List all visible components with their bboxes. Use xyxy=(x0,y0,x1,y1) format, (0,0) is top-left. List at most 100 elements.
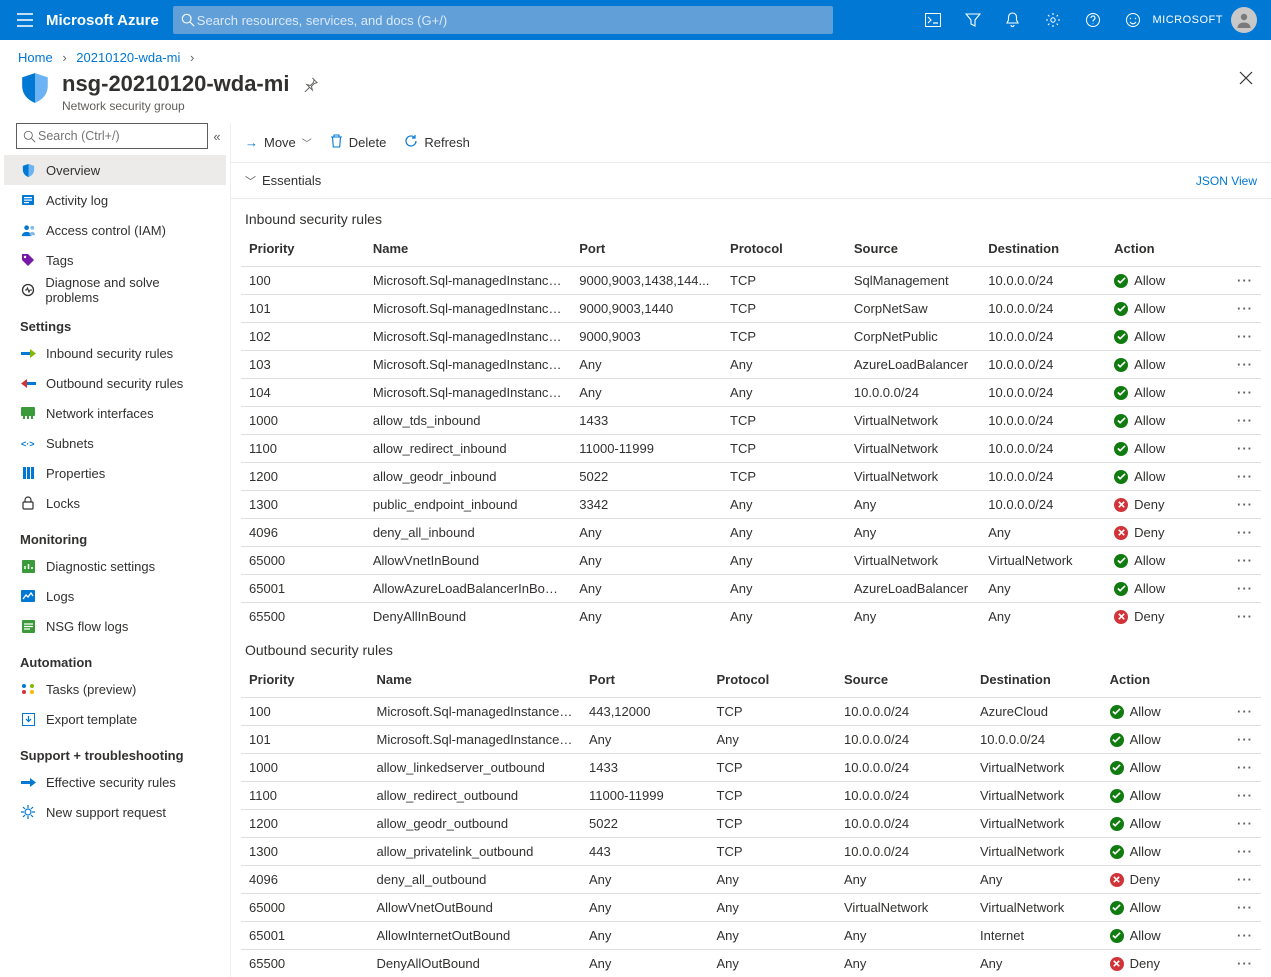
row-menu-button[interactable]: ··· xyxy=(1220,323,1261,351)
sidebar-item[interactable]: Outbound security rules xyxy=(4,368,226,398)
row-menu-button[interactable]: ··· xyxy=(1220,351,1261,379)
sidebar-item[interactable]: Export template xyxy=(4,704,226,734)
pin-button[interactable] xyxy=(303,77,318,95)
table-row[interactable]: 1200allow_geodr_inbound5022TCPVirtualNet… xyxy=(241,463,1261,491)
row-menu-button[interactable]: ··· xyxy=(1220,575,1261,603)
sidebar-item[interactable]: Locks xyxy=(4,488,226,518)
table-row[interactable]: 103Microsoft.Sql-managedInstances_U...An… xyxy=(241,351,1261,379)
collapse-sidebar-button[interactable]: « xyxy=(208,129,226,144)
row-menu-button[interactable]: ··· xyxy=(1219,894,1262,922)
help-button[interactable] xyxy=(1073,0,1113,40)
sidebar-item[interactable]: Properties xyxy=(4,458,226,488)
close-button[interactable] xyxy=(1239,71,1253,88)
sidebar-item[interactable]: Inbound security rules xyxy=(4,338,226,368)
table-row[interactable]: 65500DenyAllInBoundAnyAnyAnyAnyDeny··· xyxy=(241,603,1261,631)
sidebar-item[interactable]: <·>Subnets xyxy=(4,428,226,458)
account-menu[interactable]: MICROSOFT xyxy=(1153,7,1262,33)
table-row[interactable]: 100Microsoft.Sql-managedInstances_U...90… xyxy=(241,267,1261,295)
row-menu-button[interactable]: ··· xyxy=(1220,603,1261,631)
table-row[interactable]: 101Microsoft.Sql-managedInstances_U...90… xyxy=(241,295,1261,323)
sidebar-item[interactable]: Diagnostic settings xyxy=(4,551,226,581)
table-row[interactable]: 1100allow_redirect_inbound11000-11999TCP… xyxy=(241,435,1261,463)
sidebar-item[interactable]: Overview xyxy=(4,155,226,185)
table-row[interactable]: 104Microsoft.Sql-managedInstances_U...An… xyxy=(241,379,1261,407)
table-row[interactable]: 65000AllowVnetInBoundAnyAnyVirtualNetwor… xyxy=(241,547,1261,575)
row-menu-button[interactable]: ··· xyxy=(1219,754,1262,782)
col-source[interactable]: Source xyxy=(846,235,980,267)
sidebar-item[interactable]: Network interfaces xyxy=(4,398,226,428)
row-menu-button[interactable]: ··· xyxy=(1220,435,1261,463)
hamburger-menu[interactable] xyxy=(10,5,40,35)
col-priority[interactable]: Priority xyxy=(241,235,365,267)
col-protocol[interactable]: Protocol xyxy=(722,235,846,267)
notifications-button[interactable] xyxy=(993,0,1033,40)
table-row[interactable]: 65001AllowAzureLoadBalancerInBoundAnyAny… xyxy=(241,575,1261,603)
sidebar-item[interactable]: Logs xyxy=(4,581,226,611)
col-port[interactable]: Port xyxy=(581,666,709,698)
col-priority[interactable]: Priority xyxy=(241,666,369,698)
delete-button[interactable]: Delete xyxy=(330,134,387,151)
table-row[interactable]: 102Microsoft.Sql-managedInstances_U...90… xyxy=(241,323,1261,351)
sidebar-search[interactable] xyxy=(16,123,208,149)
col-action[interactable]: Action xyxy=(1106,235,1220,267)
row-menu-button[interactable]: ··· xyxy=(1220,463,1261,491)
col-protocol[interactable]: Protocol xyxy=(709,666,837,698)
row-menu-button[interactable]: ··· xyxy=(1219,698,1262,726)
sidebar-item[interactable]: NSG flow logs xyxy=(4,611,226,641)
table-row[interactable]: 101Microsoft.Sql-managedInstances_U...An… xyxy=(241,726,1261,754)
table-row[interactable]: 100Microsoft.Sql-managedInstances_U...44… xyxy=(241,698,1261,726)
row-menu-button[interactable]: ··· xyxy=(1219,726,1262,754)
json-view-link[interactable]: JSON View xyxy=(1196,174,1257,188)
row-menu-button[interactable]: ··· xyxy=(1219,810,1262,838)
row-menu-button[interactable]: ··· xyxy=(1219,838,1262,866)
settings-button[interactable] xyxy=(1033,0,1073,40)
col-destination[interactable]: Destination xyxy=(980,235,1106,267)
sidebar-item[interactable]: New support request xyxy=(4,797,226,827)
table-row[interactable]: 1000allow_tds_inbound1433TCPVirtualNetwo… xyxy=(241,407,1261,435)
col-destination[interactable]: Destination xyxy=(972,666,1102,698)
global-search[interactable] xyxy=(173,6,833,34)
table-row[interactable]: 1300public_endpoint_inbound3342AnyAny10.… xyxy=(241,491,1261,519)
row-menu-button[interactable]: ··· xyxy=(1219,950,1262,977)
table-row[interactable]: 65000AllowVnetOutBoundAnyAnyVirtualNetwo… xyxy=(241,894,1261,922)
sidebar-item[interactable]: Effective security rules xyxy=(4,767,226,797)
row-menu-button[interactable]: ··· xyxy=(1220,519,1261,547)
col-name[interactable]: Name xyxy=(369,666,582,698)
row-menu-button[interactable]: ··· xyxy=(1220,379,1261,407)
row-menu-button[interactable]: ··· xyxy=(1220,547,1261,575)
sidebar-item[interactable]: Tags xyxy=(4,245,226,275)
row-menu-button[interactable]: ··· xyxy=(1220,295,1261,323)
table-row[interactable]: 4096deny_all_inboundAnyAnyAnyAnyDeny··· xyxy=(241,519,1261,547)
table-row[interactable]: 1200allow_geodr_outbound5022TCP10.0.0.0/… xyxy=(241,810,1261,838)
row-menu-button[interactable]: ··· xyxy=(1220,491,1261,519)
col-port[interactable]: Port xyxy=(571,235,722,267)
sidebar-search-input[interactable] xyxy=(36,128,201,144)
row-menu-button[interactable]: ··· xyxy=(1220,407,1261,435)
sidebar-item[interactable]: Tasks (preview) xyxy=(4,674,226,704)
table-row[interactable]: 1300allow_privatelink_outbound443TCP10.0… xyxy=(241,838,1261,866)
table-row[interactable]: 65500DenyAllOutBoundAnyAnyAnyAnyDeny··· xyxy=(241,950,1261,977)
chevron-down-icon[interactable]: ﹀ xyxy=(245,173,256,189)
col-action[interactable]: Action xyxy=(1102,666,1219,698)
table-row[interactable]: 1100allow_redirect_outbound11000-11999TC… xyxy=(241,782,1261,810)
refresh-button[interactable]: Refresh xyxy=(404,134,470,151)
sidebar-item[interactable]: Diagnose and solve problems xyxy=(4,275,226,305)
essentials-label[interactable]: Essentials xyxy=(262,173,321,188)
cloud-shell-button[interactable] xyxy=(913,0,953,40)
col-source[interactable]: Source xyxy=(836,666,972,698)
global-search-input[interactable] xyxy=(195,12,825,29)
row-menu-button[interactable]: ··· xyxy=(1219,922,1262,950)
table-row[interactable]: 1000allow_linkedserver_outbound1433TCP10… xyxy=(241,754,1261,782)
row-menu-button[interactable]: ··· xyxy=(1219,782,1262,810)
col-name[interactable]: Name xyxy=(365,235,571,267)
table-row[interactable]: 65001AllowInternetOutBoundAnyAnyAnyInter… xyxy=(241,922,1261,950)
row-menu-button[interactable]: ··· xyxy=(1220,267,1261,295)
sidebar-item[interactable]: Activity log xyxy=(4,185,226,215)
row-menu-button[interactable]: ··· xyxy=(1219,866,1262,894)
directory-filter-button[interactable] xyxy=(953,0,993,40)
sidebar-item[interactable]: Access control (IAM) xyxy=(4,215,226,245)
feedback-button[interactable] xyxy=(1113,0,1153,40)
breadcrumb-home[interactable]: Home xyxy=(18,50,53,65)
table-row[interactable]: 4096deny_all_outboundAnyAnyAnyAnyDeny··· xyxy=(241,866,1261,894)
breadcrumb-parent[interactable]: 20210120-wda-mi xyxy=(76,50,180,65)
